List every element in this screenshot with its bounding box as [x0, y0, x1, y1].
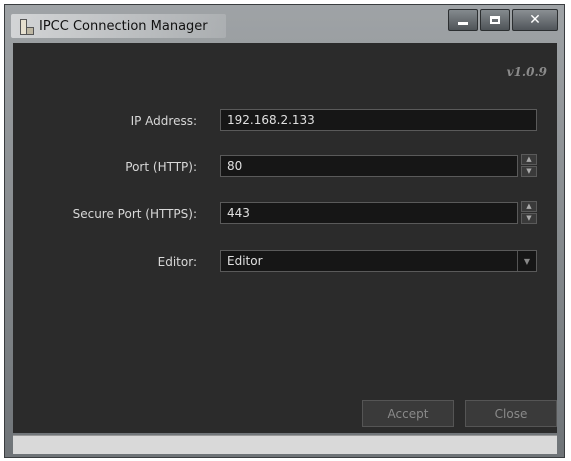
- accept-button[interactable]: Accept: [362, 400, 454, 427]
- editor-label: Editor:: [157, 255, 197, 269]
- https-port-label: Secure Port (HTTPS):: [72, 207, 197, 221]
- https-port-up-button[interactable]: ▲: [521, 201, 537, 212]
- title-bar[interactable]: IPCC Connection Manager ✕: [5, 5, 564, 43]
- version-label: v1.0.9: [506, 65, 547, 79]
- window-title: IPCC Connection Manager: [39, 18, 208, 34]
- app-icon: [17, 18, 34, 35]
- close-icon: ✕: [529, 12, 541, 28]
- https-port-stepper: ▲ ▼: [521, 201, 537, 225]
- maximize-icon: [490, 16, 500, 24]
- minimize-icon: [458, 21, 468, 25]
- https-port-value: 443: [227, 206, 250, 220]
- editor-selected-value: Editor: [227, 254, 263, 268]
- maximize-button[interactable]: [480, 9, 510, 31]
- http-port-value: 80: [227, 159, 243, 173]
- status-bar: [13, 435, 557, 454]
- http-port-down-button[interactable]: ▼: [521, 166, 537, 177]
- close-window-button[interactable]: ✕: [512, 9, 558, 31]
- window-controls: ✕: [446, 9, 558, 31]
- close-button[interactable]: Close: [465, 400, 557, 427]
- http-port-label: Port (HTTP):: [125, 160, 197, 174]
- app-window: IPCC Connection Manager ✕ v1.0.9 IP Addr…: [4, 4, 565, 458]
- http-port-stepper: ▲ ▼: [521, 154, 537, 178]
- editor-select[interactable]: Editor ▼: [220, 250, 537, 272]
- https-port-input[interactable]: 443: [220, 202, 518, 224]
- ip-address-label: IP Address:: [130, 114, 197, 128]
- ip-address-value: 192.168.2.133: [227, 113, 315, 127]
- chevron-down-icon: ▼: [517, 251, 536, 271]
- minimize-button[interactable]: [448, 9, 478, 31]
- client-area: v1.0.9 IP Address: 192.168.2.133 Port (H…: [13, 43, 557, 433]
- title-area: IPCC Connection Manager: [11, 14, 226, 38]
- http-port-input[interactable]: 80: [220, 155, 518, 177]
- ip-address-input[interactable]: 192.168.2.133: [220, 109, 537, 131]
- http-port-up-button[interactable]: ▲: [521, 154, 537, 165]
- https-port-down-button[interactable]: ▼: [521, 213, 537, 224]
